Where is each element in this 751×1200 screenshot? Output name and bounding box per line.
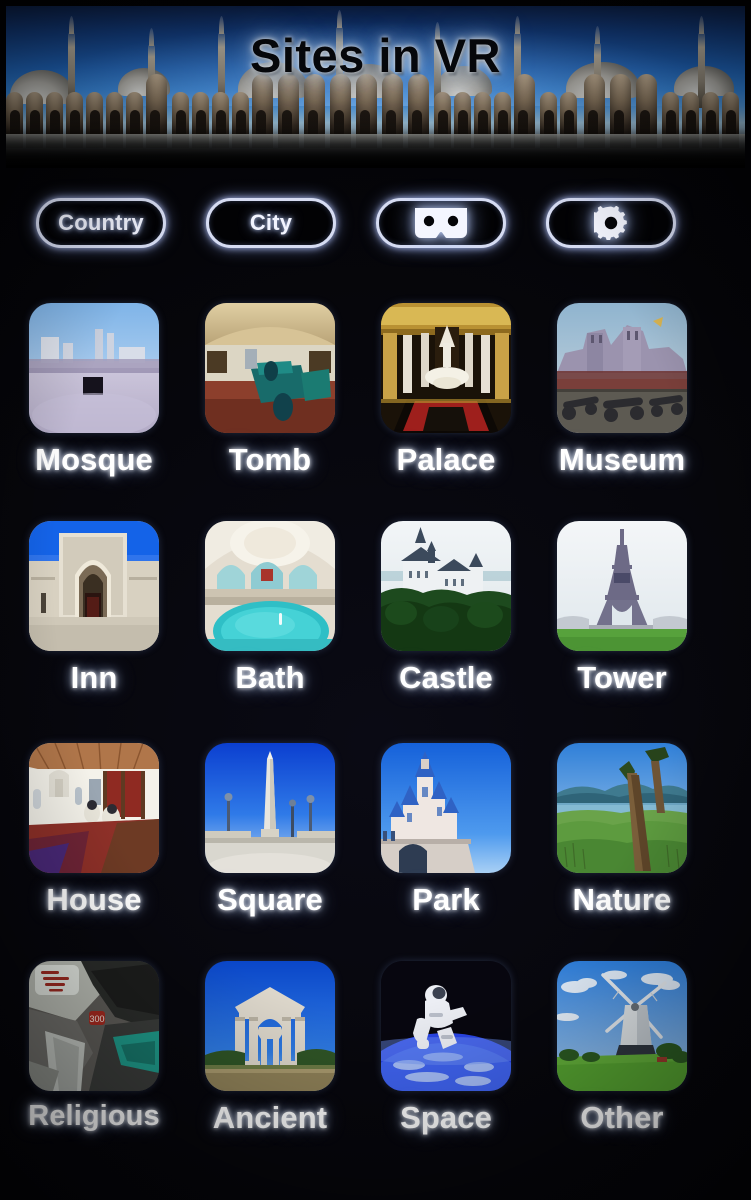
grid-item-other[interactable]: Other — [534, 954, 710, 1172]
top-toolbar: Country City — [0, 198, 751, 252]
eiffel-tower-thumb — [557, 521, 687, 651]
traditional-house-interior-thumb — [29, 743, 159, 873]
grid-item-label: Park — [412, 882, 480, 917]
grid-item-bath[interactable]: Bath — [182, 514, 358, 732]
banner-bottom-fade — [6, 128, 745, 168]
grid-item-label: House — [46, 882, 142, 917]
city-button[interactable]: City — [206, 198, 336, 248]
tomb-interior-thumb — [205, 303, 335, 433]
grid-item-label: Inn — [70, 660, 118, 695]
lake-trees-thumb — [557, 743, 687, 873]
country-button[interactable]: Country — [36, 198, 166, 248]
grid-item-label: Other — [580, 1100, 664, 1135]
obelisk-square-thumb — [205, 743, 335, 873]
grid-item-label: Square — [217, 882, 323, 917]
palace-hall-thumb — [381, 303, 511, 433]
grid-item-tomb[interactable]: Tomb — [182, 296, 358, 514]
grid-item-religious[interactable]: 300 Religious — [6, 954, 182, 1172]
header-banner: Sites in VR — [6, 6, 745, 168]
grid-item-label: Castle — [399, 660, 493, 695]
cave-hira-thumb: 300 — [29, 961, 159, 1091]
grid-item-house[interactable]: House — [6, 736, 182, 954]
kaaba-mecca-thumb — [29, 303, 159, 433]
grid-item-label: Museum — [558, 442, 686, 477]
panorama-cannons-thumb — [557, 303, 687, 433]
caravanserai-portal-thumb — [29, 521, 159, 651]
grid-item-inn[interactable]: Inn — [6, 514, 182, 732]
settings-button[interactable] — [546, 198, 676, 248]
grid-item-label: Religious — [28, 1100, 160, 1132]
grid-item-square[interactable]: Square — [182, 736, 358, 954]
hammam-pool-thumb — [205, 521, 335, 651]
vr-cardboard-icon — [413, 206, 469, 240]
grid-item-label: Space — [400, 1100, 492, 1135]
city-button-label: City — [249, 210, 293, 235]
gear-icon — [594, 206, 628, 240]
grid-item-nature[interactable]: Nature — [534, 736, 710, 954]
svg-text:300: 300 — [89, 1014, 104, 1024]
grid-item-label: Ancient — [212, 1100, 328, 1135]
grid-item-park[interactable]: Park — [358, 736, 534, 954]
grid-item-tower[interactable]: Tower — [534, 514, 710, 732]
grid-item-museum[interactable]: Museum — [534, 296, 710, 514]
grid-item-label: Nature — [572, 882, 672, 917]
tetrapylon-ruins-thumb — [205, 961, 335, 1091]
app-root: Sites in VR Country City Mosque Tomb Pal… — [0, 0, 751, 1200]
grid-item-mosque[interactable]: Mosque — [6, 296, 182, 514]
grid-item-palace[interactable]: Palace — [358, 296, 534, 514]
neuschwanstein-thumb — [381, 521, 511, 651]
grid-item-label: Bath — [235, 660, 305, 695]
windmill-field-thumb — [557, 961, 687, 1091]
astronaut-earth-thumb — [381, 961, 511, 1091]
fairytale-castle-thumb — [381, 743, 511, 873]
vr-mode-button[interactable] — [376, 198, 506, 248]
grid-item-castle[interactable]: Castle — [358, 514, 534, 732]
grid-item-label: Palace — [396, 442, 496, 477]
country-button-label: Country — [58, 210, 144, 235]
grid-item-label: Tower — [577, 660, 667, 695]
grid-item-label: Mosque — [35, 442, 153, 477]
page-title: Sites in VR — [249, 29, 501, 82]
grid-item-space[interactable]: Space — [358, 954, 534, 1172]
grid-item-label: Tomb — [228, 442, 312, 477]
grid-item-ancient[interactable]: Ancient — [182, 954, 358, 1172]
